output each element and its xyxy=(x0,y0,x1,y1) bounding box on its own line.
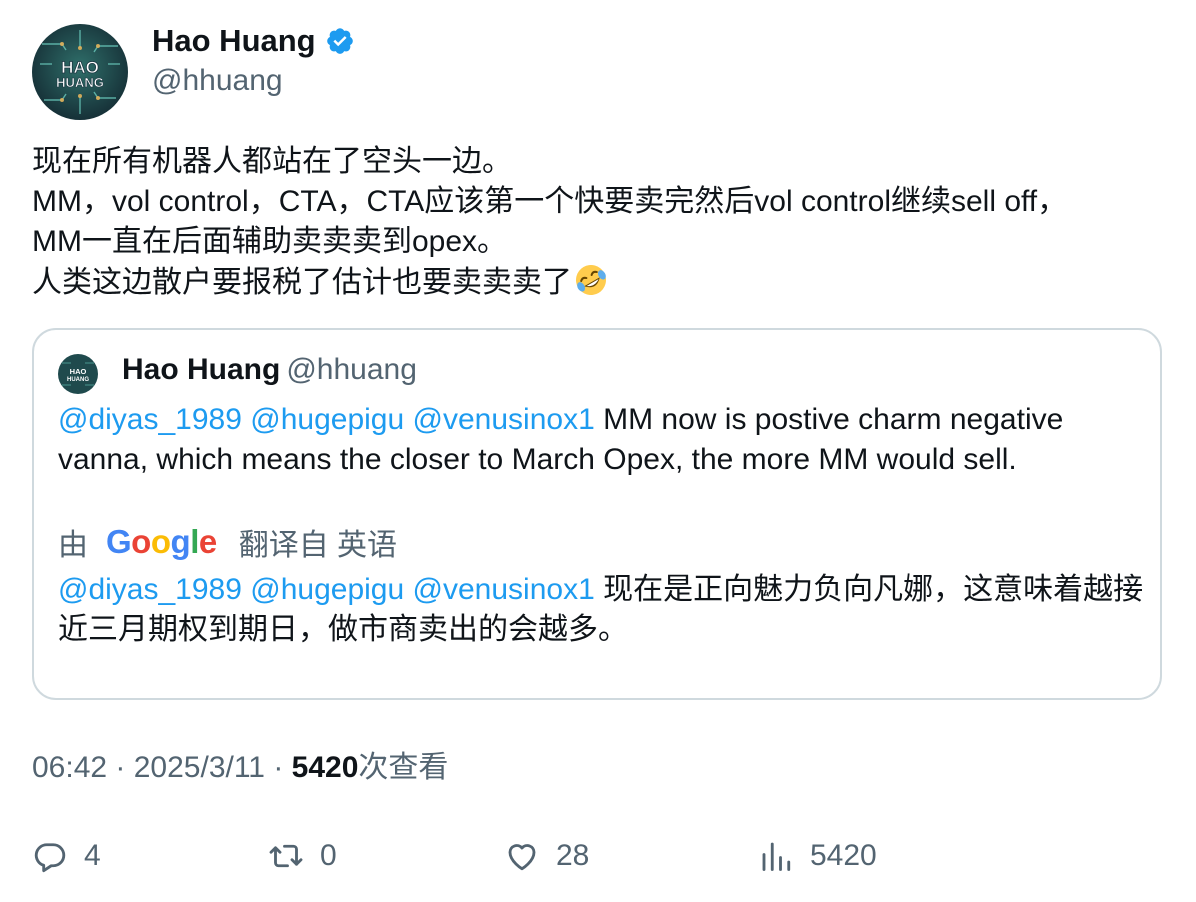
rolling-laughing-emoji-icon xyxy=(576,265,606,295)
views-button[interactable]: 5420 xyxy=(758,834,877,878)
google-logo: Google xyxy=(106,523,217,560)
tweet-action-bar: 4 0 28 5420 xyxy=(32,834,1172,878)
tweet-text: 现在所有机器人都站在了空头一边。 MM，vol control，CTA，CTA应… xyxy=(32,142,1172,303)
analytics-bar-chart-icon xyxy=(762,842,791,871)
quoted-author-handle: @hhuang xyxy=(286,353,417,386)
quoted-tweet-card[interactable]: HAO HUANG Hao Huang @hhuang @diyas_1989 @… xyxy=(32,328,1162,700)
tweet-line-4: 人类这边散户要报税了估计也要卖卖卖了 xyxy=(32,262,1172,303)
mention-link[interactable]: @hugepigu xyxy=(250,573,404,606)
quoted-avatar-text-line1: HAO xyxy=(70,367,87,376)
avatar-text-line2: HUANG xyxy=(56,75,104,90)
mention-link[interactable]: @venusinox1 xyxy=(413,403,595,436)
tweet-line-3: MM一直在后面辅助卖卖卖到opex。 xyxy=(32,225,508,258)
verified-badge-icon xyxy=(326,28,353,54)
translation-source-label: 翻译自 英语 xyxy=(238,529,398,562)
reply-icon xyxy=(34,843,66,873)
meta-separator: · xyxy=(265,751,292,784)
meta-separator: · xyxy=(107,751,134,784)
tweet-time[interactable]: 06:42 xyxy=(32,751,107,784)
tweet-line-1: 现在所有机器人都站在了空头一边。 xyxy=(32,145,512,178)
views-action-count: 5420 xyxy=(810,839,877,872)
tweet-line-2: MM，vol control，CTA，CTA应该第一个快要卖完然后vol con… xyxy=(32,185,1068,218)
reply-button[interactable]: 4 xyxy=(32,834,101,878)
retweet-icon xyxy=(269,844,303,868)
mention-link[interactable]: @venusinox1 xyxy=(413,573,595,606)
author-name[interactable]: Hao Huang xyxy=(152,22,355,60)
translation-by-label: 由 xyxy=(58,529,88,562)
heart-icon xyxy=(508,844,536,871)
tweet-date[interactable]: 2025/3/11 xyxy=(134,751,265,784)
quoted-tweet-text: @diyas_1989 @hugepigu @venusinox1 MM now… xyxy=(58,400,1148,480)
mention-link[interactable]: @hugepigu xyxy=(250,403,404,436)
views-label: 次查看 xyxy=(358,751,449,784)
translated-text: @diyas_1989 @hugepigu @venusinox1 现在是正向魅… xyxy=(58,570,1148,650)
translation-attribution: 由 Google 翻译自 英语 xyxy=(58,520,397,564)
quoted-author-name: Hao Huang xyxy=(122,353,281,386)
author-handle[interactable]: @hhuang xyxy=(152,62,283,100)
retweet-count: 0 xyxy=(320,839,337,872)
quoted-tweet-header: Hao Huang @hhuang xyxy=(122,350,417,390)
retweet-button[interactable]: 0 xyxy=(268,834,337,878)
views-count: 5420 xyxy=(291,751,359,784)
tweet-line-4-text: 人类这边散户要报税了估计也要卖卖卖了 xyxy=(32,266,572,299)
author-name-text[interactable]: Hao Huang xyxy=(152,22,316,60)
quoted-avatar-text-line2: HUANG xyxy=(67,377,89,383)
tweet-meta: 06:42 · 2025/3/11 · 5420次查看 xyxy=(32,748,448,788)
mention-link[interactable]: @diyas_1989 xyxy=(58,573,242,606)
like-count: 28 xyxy=(556,839,590,872)
like-button[interactable]: 28 xyxy=(504,834,589,878)
author-avatar[interactable]: HAO HUANG xyxy=(32,24,128,120)
mention-link[interactable]: @diyas_1989 xyxy=(58,403,242,436)
reply-count: 4 xyxy=(84,839,101,872)
quoted-author-avatar: HAO HUANG xyxy=(58,354,98,394)
